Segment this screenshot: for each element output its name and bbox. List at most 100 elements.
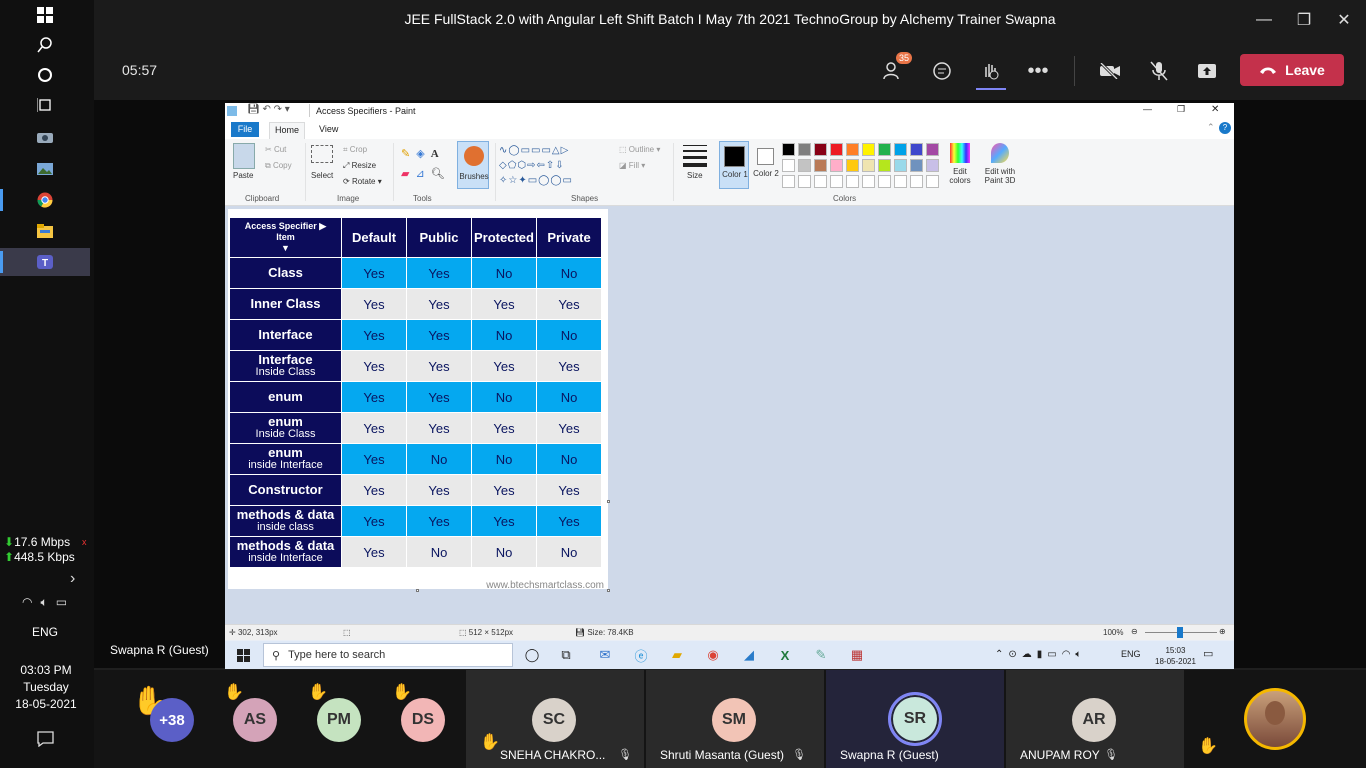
color-swatch[interactable]	[798, 143, 811, 156]
search-icon[interactable]	[34, 34, 56, 56]
edge-icon[interactable]: ⓔ	[631, 645, 651, 665]
zoom-out-icon[interactable]: ⊖	[1131, 627, 1138, 636]
file-explorer-icon[interactable]	[34, 220, 56, 242]
eraser-icon[interactable]: ▰	[401, 168, 415, 180]
pencil-icon[interactable]: ✎	[401, 148, 416, 160]
zoom-slider-thumb[interactable]	[1177, 627, 1183, 638]
color-swatch[interactable]	[878, 175, 891, 188]
paste-icon[interactable]	[233, 143, 255, 169]
color-swatch[interactable]	[926, 175, 939, 188]
resize-handle[interactable]	[607, 589, 610, 592]
chat-button[interactable]	[928, 58, 956, 84]
paint-window[interactable]: 💾︎ ↶ ↷ ▾ Access Specifiers - Paint — ❐ ✕…	[225, 103, 1234, 669]
color-swatch[interactable]	[878, 143, 891, 156]
self-video-avatar[interactable]	[1244, 688, 1306, 750]
select-button[interactable]: Select	[311, 171, 333, 180]
color-swatch[interactable]	[926, 159, 939, 172]
edit-colors-button[interactable]: Edit colors	[945, 143, 975, 185]
color-swatch[interactable]	[862, 159, 875, 172]
color-swatch[interactable]	[782, 143, 795, 156]
color-swatch[interactable]	[910, 143, 923, 156]
task-view-icon[interactable]: ⧉	[556, 645, 576, 665]
reactions-button[interactable]	[976, 58, 1006, 90]
close-icon[interactable]: ✕	[1330, 6, 1358, 34]
magnifier-icon[interactable]: 🔍︎	[431, 168, 451, 180]
windows-start-icon[interactable]	[233, 645, 253, 665]
notification-icon[interactable]	[37, 731, 54, 752]
share-button[interactable]	[1193, 58, 1221, 84]
restore-icon[interactable]: ❐	[1290, 6, 1318, 34]
participant-tile[interactable]: SC ✋ SNEHA CHAKRO... 🎙︎	[466, 670, 644, 768]
crop-button[interactable]: ⌗ Crop	[343, 145, 367, 155]
color-swatch[interactable]	[894, 175, 907, 188]
outline-button[interactable]: ⬚ Outline ▾	[619, 145, 660, 154]
teams-icon[interactable]: T	[34, 251, 56, 273]
battery-icon[interactable]: ▭	[56, 595, 67, 610]
volume-icon[interactable]: 🔈︎	[40, 595, 47, 610]
avatar[interactable]: AS	[233, 698, 277, 742]
inner-tray-icons[interactable]: ⌃⊙☁▮▭◠🔈︎	[995, 649, 1086, 660]
notification-icon[interactable]: ▭	[1203, 647, 1213, 660]
tab-view[interactable]: View	[319, 124, 338, 134]
restore-icon[interactable]: ❐	[1177, 104, 1185, 115]
select-icon[interactable]	[311, 145, 333, 163]
paint-icon[interactable]: ✎	[811, 645, 831, 665]
windows-start-icon[interactable]	[34, 4, 56, 26]
chrome-icon[interactable]	[34, 189, 56, 211]
inner-language[interactable]: ENG	[1121, 649, 1141, 659]
color-swatch[interactable]	[830, 159, 843, 172]
minimize-icon[interactable]: —	[1250, 6, 1278, 34]
color-swatch[interactable]	[782, 175, 795, 188]
leave-button[interactable]: Leave	[1240, 54, 1344, 86]
resize-handle[interactable]	[607, 500, 610, 503]
chrome-icon[interactable]: ◉	[703, 645, 723, 665]
close-icon[interactable]: ✕	[1211, 104, 1219, 115]
file-explorer-icon[interactable]: ▰	[667, 645, 687, 665]
fill-bucket-icon[interactable]: ◈	[416, 148, 430, 160]
clock[interactable]: 03:03 PM Tuesday 18-05-2021	[0, 662, 92, 713]
color-swatch[interactable]	[814, 143, 827, 156]
avatar[interactable]: DS	[401, 698, 445, 742]
app-icon[interactable]: ◢	[739, 645, 759, 665]
taskbar-search-box[interactable]: ⚲ Type here to search	[263, 643, 513, 667]
copy-button[interactable]: ⧉ Copy	[265, 161, 292, 171]
paint3d-button[interactable]: Edit with Paint 3D	[981, 143, 1019, 185]
color-swatch[interactable]	[878, 159, 891, 172]
cut-button[interactable]: ✂ Cut	[265, 145, 286, 154]
color-swatch[interactable]	[926, 143, 939, 156]
color-swatch[interactable]	[830, 143, 843, 156]
brushes-button[interactable]: Brushes	[457, 141, 489, 189]
text-tool-icon[interactable]: A	[431, 148, 445, 160]
color-swatch[interactable]	[830, 175, 843, 188]
zoom-in-icon[interactable]: ⊕	[1219, 627, 1226, 636]
color-swatch[interactable]	[798, 175, 811, 188]
photos-app-icon[interactable]	[34, 158, 56, 180]
resize-handle[interactable]	[416, 589, 419, 592]
color2-button[interactable]: Color 2	[751, 141, 781, 189]
color-picker-icon[interactable]: ⊿	[415, 168, 430, 180]
participant-tile[interactable]: SM Shruti Masanta (Guest) 🎙︎	[646, 670, 824, 768]
color-swatch[interactable]	[862, 175, 875, 188]
color-swatch[interactable]	[846, 143, 859, 156]
color-swatch[interactable]	[846, 159, 859, 172]
color-swatch[interactable]	[798, 159, 811, 172]
color-swatch[interactable]	[814, 175, 827, 188]
color-swatch[interactable]	[846, 175, 859, 188]
color1-button[interactable]: Color 1	[719, 141, 749, 189]
help-icon[interactable]: ?	[1219, 122, 1231, 134]
mic-off-button[interactable]	[1145, 58, 1173, 84]
mail-icon[interactable]: ✉	[595, 645, 615, 665]
participants-button[interactable]: 35	[880, 52, 913, 84]
resize-button[interactable]: ⤢ Resize	[343, 161, 376, 171]
avatar[interactable]: PM	[317, 698, 361, 742]
more-actions-button[interactable]: •••	[1024, 58, 1052, 84]
close-icon[interactable]: x	[82, 537, 87, 547]
language-indicator[interactable]: ENG	[0, 625, 90, 639]
cortana-icon[interactable]: ◯	[522, 645, 542, 665]
shapes-gallery[interactable]: ∿◯▭▭▭△▷ ◇⬠⬡⇨⇦⇧⇩ ✧☆✦▭◯◯▭	[499, 143, 611, 189]
color-swatch[interactable]	[814, 159, 827, 172]
quick-access-icons[interactable]: 💾︎ ↶ ↷ ▾	[247, 104, 290, 115]
cortana-icon[interactable]	[34, 64, 56, 86]
paint-canvas[interactable]: Access Specifier ▶ Item ▼ Default Public …	[228, 209, 608, 591]
color-swatch[interactable]	[894, 143, 907, 156]
